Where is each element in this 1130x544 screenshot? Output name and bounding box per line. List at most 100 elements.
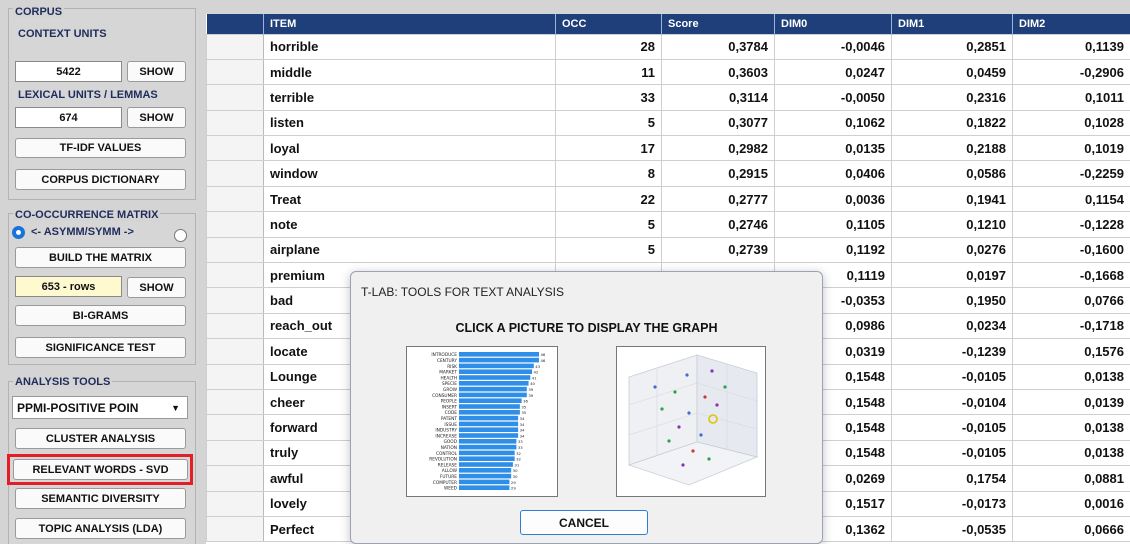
- relevant-words-svd-button[interactable]: RELEVANT WORDS - SVD: [13, 459, 188, 480]
- symm-radio[interactable]: [174, 229, 187, 242]
- column-header[interactable]: OCC: [555, 14, 662, 34]
- row-selector[interactable]: [206, 312, 264, 340]
- value-cell: -0,1600: [1012, 236, 1130, 264]
- row-selector[interactable]: [206, 236, 264, 264]
- value-cell: -0,1228: [1012, 211, 1130, 238]
- column-header[interactable]: DIM2: [1012, 14, 1130, 34]
- tfidf-values-button[interactable]: TF-IDF VALUES: [15, 138, 186, 158]
- context-units-field: 5422: [15, 61, 122, 82]
- value-cell: -0,2259: [1012, 160, 1130, 187]
- bar-thumb-value: 46: [541, 358, 546, 363]
- significance-test-button[interactable]: SIGNIFICANCE TEST: [15, 337, 186, 358]
- bar-thumb-label: GOOD: [444, 439, 458, 445]
- bigrams-button[interactable]: BI-GRAMS: [15, 305, 186, 326]
- column-header[interactable]: DIM0: [774, 14, 892, 34]
- value-cell: 0,2777: [661, 185, 775, 213]
- bar-thumb-bar: [459, 473, 512, 479]
- row-selector[interactable]: [206, 262, 264, 289]
- value-cell: 0,2739: [661, 236, 775, 264]
- value-cell: -0,1718: [1012, 312, 1130, 340]
- value-cell: 0,0586: [891, 160, 1013, 187]
- bar-thumb-bar: [459, 392, 527, 398]
- bar-thumb-value: 31: [514, 462, 519, 467]
- value-cell: 0,0766: [1012, 287, 1130, 314]
- row-selector[interactable]: [206, 211, 264, 238]
- value-cell: 8: [555, 160, 662, 187]
- table-row[interactable]: airplane 5 0,2739 0,1192 0,0276 -0,1600: [206, 236, 1130, 264]
- topic-analysis-button[interactable]: TOPIC ANALYSIS (LDA): [15, 518, 186, 539]
- bar-thumb-label: INSERT: [442, 404, 458, 410]
- value-cell: 0,1011: [1012, 84, 1130, 111]
- table-row[interactable]: horrible 28 0,3784 -0,0046 0,2851 0,1139: [206, 33, 1130, 60]
- bar-thumb-label: INDUSTRY: [435, 428, 457, 434]
- row-selector[interactable]: [206, 33, 264, 60]
- show-rows-button[interactable]: SHOW: [127, 277, 186, 298]
- value-cell: 0,0138: [1012, 414, 1130, 441]
- bar-thumb-value: 29: [511, 486, 516, 491]
- value-cell: -0,1239: [891, 338, 1013, 365]
- value-cell: 0,3077: [661, 109, 775, 137]
- build-matrix-button[interactable]: BUILD THE MATRIX: [15, 247, 186, 268]
- value-cell: -0,0105: [891, 439, 1013, 467]
- value-cell: 0,0459: [891, 58, 1013, 86]
- row-selector[interactable]: [206, 515, 264, 543]
- row-selector[interactable]: [206, 388, 264, 416]
- value-cell: 0,0881: [1012, 465, 1130, 492]
- bar-thumb-bar: [459, 456, 515, 461]
- 3d-plot-thumbnail[interactable]: [616, 346, 766, 497]
- show-context-units-button[interactable]: SHOW: [127, 61, 186, 82]
- bar-thumb-label: SPECIE: [442, 381, 457, 387]
- measure-select[interactable]: PPMI-POSITIVE POIN ▼: [12, 396, 188, 419]
- row-selector[interactable]: [206, 84, 264, 111]
- column-header[interactable]: DIM1: [891, 14, 1013, 34]
- table-row[interactable]: Treat 22 0,2777 0,0036 0,1941 0,1154: [206, 185, 1130, 213]
- table-row[interactable]: note 5 0,2746 0,1105 0,1210 -0,1228: [206, 211, 1130, 238]
- value-cell: 0,1062: [774, 109, 892, 137]
- table-row[interactable]: window 8 0,2915 0,0406 0,0586 -0,2259: [206, 160, 1130, 187]
- value-cell: 0,0139: [1012, 388, 1130, 416]
- row-selector[interactable]: [206, 338, 264, 365]
- bar-thumb-bar: [459, 357, 539, 363]
- table-row[interactable]: loyal 17 0,2982 0,0135 0,2188 0,1019: [206, 135, 1130, 162]
- bar-thumb-bar: [459, 421, 519, 427]
- value-cell: 0,2915: [661, 160, 775, 187]
- bar-thumb-label: INCREASE: [435, 433, 457, 439]
- value-cell: 0,1192: [774, 236, 892, 264]
- bar-thumb-value: 34: [520, 416, 525, 421]
- item-cell: middle: [263, 58, 556, 86]
- asymm-symm-label: <- ASYMM/SYMM ->: [31, 226, 134, 238]
- bar-thumb-bar: [459, 433, 519, 438]
- value-cell: 0,0036: [774, 185, 892, 213]
- table-row[interactable]: middle 11 0,3603 0,0247 0,0459 -0,2906: [206, 58, 1130, 86]
- value-cell: 0,0247: [774, 58, 892, 86]
- value-cell: 0,0197: [891, 262, 1013, 289]
- table-row[interactable]: terrible 33 0,3114 -0,0050 0,2316 0,1011: [206, 84, 1130, 111]
- row-selector[interactable]: [206, 465, 264, 492]
- row-selector[interactable]: [206, 58, 264, 86]
- show-lexical-units-button[interactable]: SHOW: [127, 107, 186, 128]
- value-cell: 33: [555, 84, 662, 111]
- column-header[interactable]: Score: [661, 14, 775, 34]
- cluster-analysis-button[interactable]: CLUSTER ANALYSIS: [15, 428, 186, 449]
- cancel-button[interactable]: CANCEL: [520, 510, 648, 535]
- row-selector[interactable]: [206, 414, 264, 441]
- asymm-radio[interactable]: [12, 226, 25, 239]
- value-cell: 0,0406: [774, 160, 892, 187]
- row-selector[interactable]: [206, 287, 264, 314]
- semantic-diversity-button[interactable]: SEMANTIC DIVERSITY: [15, 488, 186, 509]
- corpus-dictionary-button[interactable]: CORPUS DICTIONARY: [15, 169, 186, 190]
- row-selector[interactable]: [206, 439, 264, 467]
- bar-thumb-label: CENTURY: [437, 358, 457, 364]
- bar-thumb-label: INTRODUCE: [431, 352, 457, 358]
- row-selector[interactable]: [206, 185, 264, 213]
- row-selector[interactable]: [206, 135, 264, 162]
- row-selector[interactable]: [206, 109, 264, 137]
- column-header[interactable]: ITEM: [263, 14, 556, 34]
- row-selector[interactable]: [206, 363, 264, 390]
- row-selector[interactable]: [206, 160, 264, 187]
- bar-chart-thumbnail[interactable]: INTRODUCE 46 CENTURY 46 RISK 43 MARKET 42 HEALTH…: [406, 346, 558, 497]
- bar-thumb-label: FUTURE: [440, 474, 457, 480]
- value-cell: -0,1668: [1012, 262, 1130, 289]
- table-row[interactable]: listen 5 0,3077 0,1062 0,1822 0,1028: [206, 109, 1130, 137]
- row-selector[interactable]: [206, 490, 264, 517]
